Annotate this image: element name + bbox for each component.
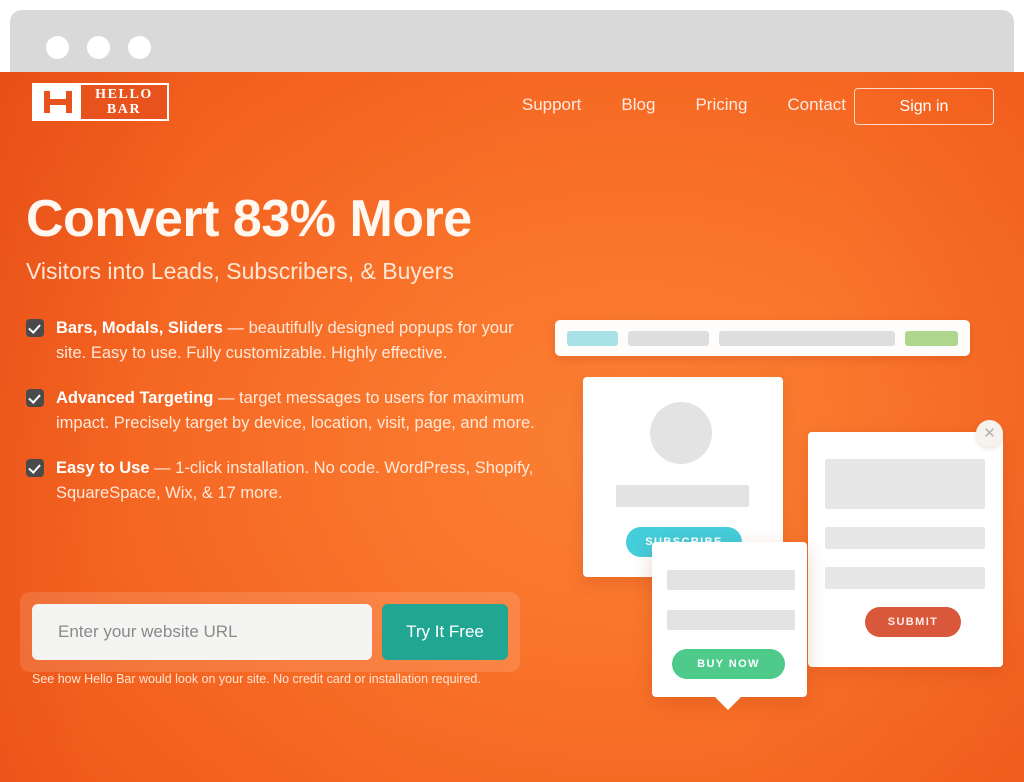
field-placeholder-bar-2 bbox=[825, 567, 985, 589]
window-controls bbox=[46, 36, 151, 59]
try-it-free-button[interactable]: Try It Free bbox=[382, 604, 508, 660]
list-item: Advanced Targeting — target messages to … bbox=[26, 386, 536, 436]
signup-disclaimer: See how Hello Bar would look on your sit… bbox=[32, 672, 481, 686]
feature-title: Bars, Modals, Sliders bbox=[56, 319, 223, 337]
feature-text: Bars, Modals, Sliders — beautifully desi… bbox=[56, 316, 536, 366]
nav-item-pricing[interactable]: Pricing bbox=[695, 95, 747, 115]
popup-placeholder-bar-2 bbox=[667, 610, 795, 630]
close-x-icon[interactable]: ✕ bbox=[976, 420, 1003, 447]
page-title: Convert 83% More bbox=[26, 190, 472, 248]
page-subtitle: Visitors into Leads, Subscribers, & Buye… bbox=[26, 258, 454, 284]
logo-line-1: HELLO bbox=[95, 87, 153, 102]
window-minimize-dot[interactable] bbox=[87, 36, 110, 59]
window-maximize-dot[interactable] bbox=[128, 36, 151, 59]
mock-modal-submit: SUBMIT ✕ bbox=[808, 420, 1003, 667]
browser-chrome-bar bbox=[8, 8, 1016, 74]
hero-section: HELLO BAR Support Blog Pricing Contact S… bbox=[0, 72, 1024, 782]
browser-window: HELLO BAR Support Blog Pricing Contact S… bbox=[0, 0, 1024, 782]
site-header: HELLO BAR Support Blog Pricing Contact S… bbox=[0, 72, 1024, 138]
main-navigation: Support Blog Pricing Contact bbox=[522, 72, 846, 138]
feature-list: Bars, Modals, Sliders — beautifully desi… bbox=[26, 316, 536, 506]
checkmark-icon bbox=[26, 459, 44, 477]
mock-slider-popup: BUY NOW bbox=[652, 542, 807, 710]
website-url-input[interactable] bbox=[32, 604, 372, 660]
mock-pill-green bbox=[904, 330, 958, 346]
nav-item-support[interactable]: Support bbox=[522, 95, 582, 115]
mock-pill-teal bbox=[567, 330, 619, 346]
feature-text: Advanced Targeting — target messages to … bbox=[56, 386, 536, 436]
list-item: Bars, Modals, Sliders — beautifully desi… bbox=[26, 316, 536, 366]
hero-content: Convert 83% More Visitors into Leads, Su… bbox=[26, 190, 536, 526]
checkmark-icon bbox=[26, 389, 44, 407]
feature-title: Easy to Use bbox=[56, 459, 150, 477]
avatar-placeholder bbox=[650, 402, 712, 464]
logo-wordmark: HELLO BAR bbox=[81, 85, 167, 119]
nav-item-contact[interactable]: Contact bbox=[787, 95, 846, 115]
mock-pill-gray-short bbox=[628, 330, 709, 346]
buy-now-button[interactable]: BUY NOW bbox=[672, 649, 785, 679]
content-placeholder-block bbox=[825, 459, 985, 509]
window-close-dot[interactable] bbox=[46, 36, 69, 59]
checkmark-icon bbox=[26, 319, 44, 337]
logo-h-mark bbox=[34, 85, 81, 119]
popup-pointer-tail bbox=[714, 696, 742, 710]
field-placeholder-bar-1 bbox=[825, 527, 985, 549]
logo-line-2: BAR bbox=[106, 102, 142, 117]
text-placeholder-bar bbox=[616, 485, 749, 507]
feature-title: Advanced Targeting bbox=[56, 389, 214, 407]
nav-item-blog[interactable]: Blog bbox=[621, 95, 655, 115]
signup-form-panel: Try It Free bbox=[20, 592, 520, 672]
submit-button[interactable]: SUBMIT bbox=[865, 607, 961, 637]
product-illustration: SUBSCRIBE SUBMIT ✕ BUY NOW bbox=[540, 242, 1020, 762]
hello-bar-logo[interactable]: HELLO BAR bbox=[32, 83, 169, 121]
feature-text: Easy to Use — 1-click installation. No c… bbox=[56, 456, 536, 506]
mock-pill-gray-long bbox=[718, 330, 895, 346]
popup-placeholder-bar-1 bbox=[667, 570, 795, 590]
sign-in-button[interactable]: Sign in bbox=[854, 88, 994, 125]
mock-hello-bar bbox=[555, 320, 970, 356]
list-item: Easy to Use — 1-click installation. No c… bbox=[26, 456, 536, 506]
